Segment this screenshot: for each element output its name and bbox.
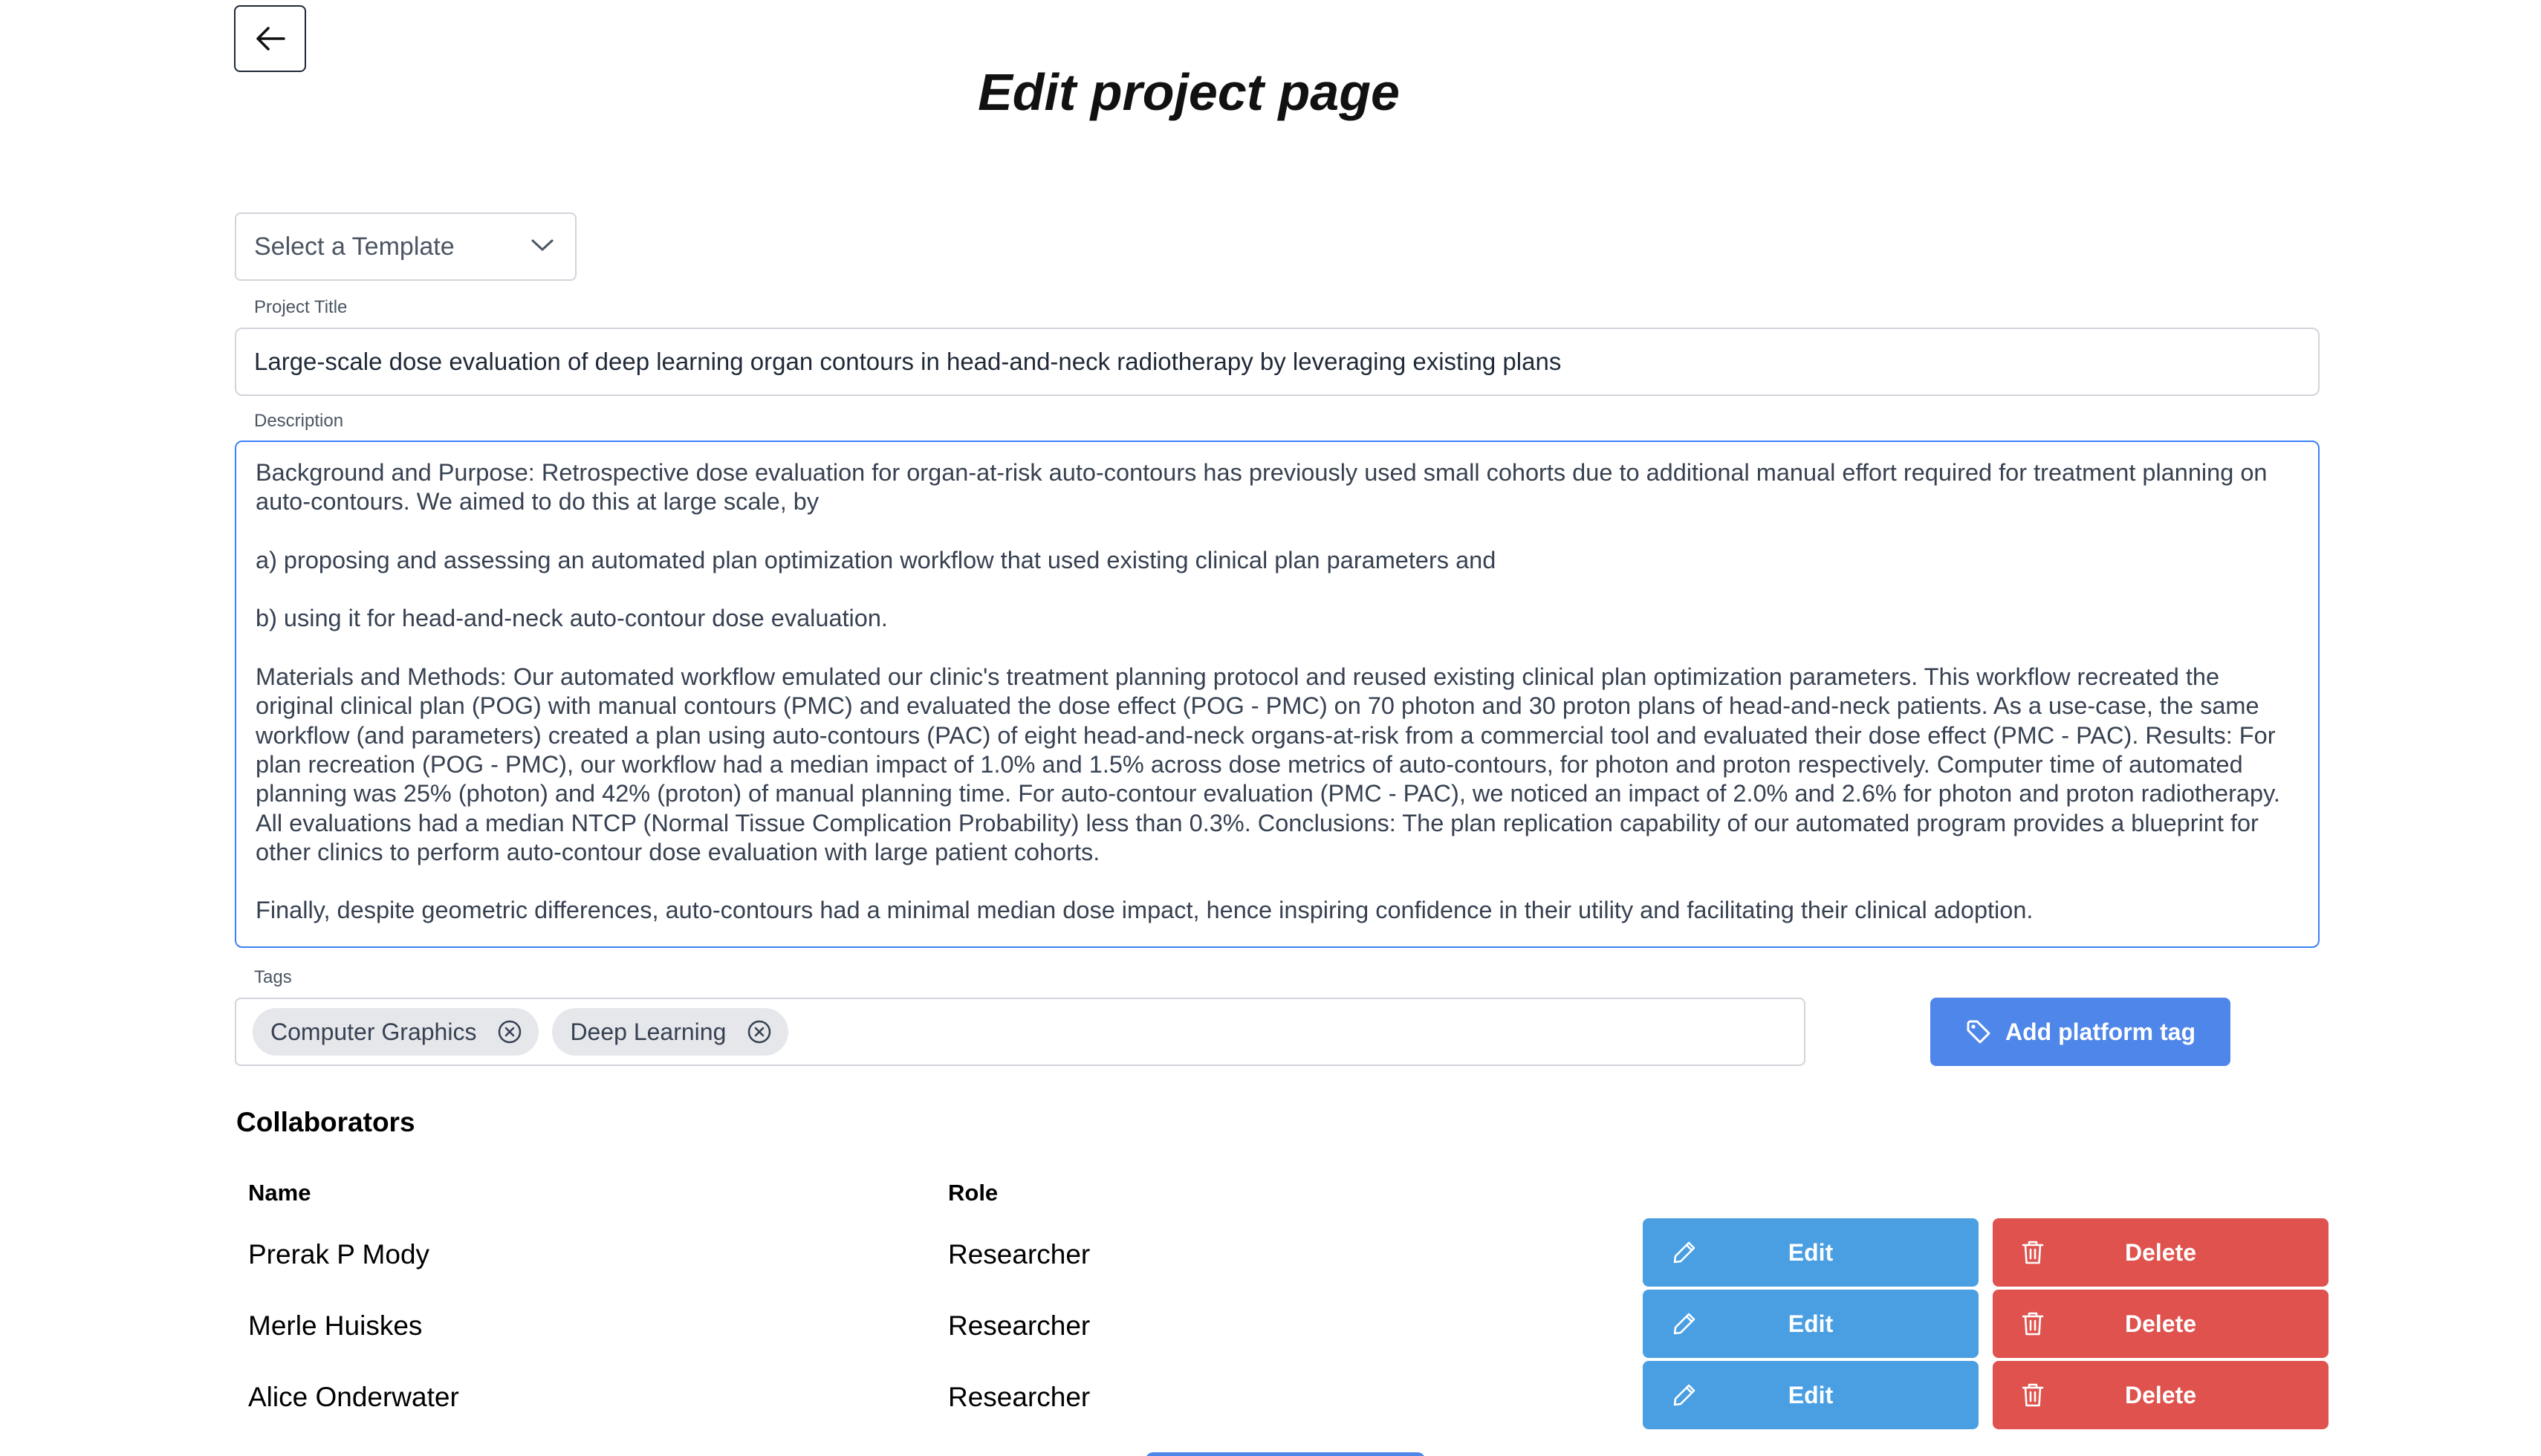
tag-label: Computer Graphics xyxy=(270,1018,477,1045)
column-header-role: Role xyxy=(948,1180,999,1206)
submit-button[interactable] xyxy=(1146,1452,1425,1456)
edit-button[interactable]: Edit xyxy=(1643,1218,1979,1287)
trash-icon xyxy=(2022,1312,2044,1336)
tag-chip: Computer Graphics xyxy=(253,1008,539,1056)
description-label: Description xyxy=(254,411,344,431)
trash-icon xyxy=(2022,1383,2044,1407)
edit-project-page: Edit project page Select a Template Proj… xyxy=(0,0,2541,1456)
collaborator-name: Alice Onderwater xyxy=(248,1382,459,1412)
description-paragraph: Finally, despite geometric differences, … xyxy=(256,897,2034,924)
collaborator-role: Researcher xyxy=(948,1310,1091,1341)
arrow-left-icon xyxy=(256,27,285,51)
circle-x-icon[interactable] xyxy=(747,1019,772,1044)
template-select[interactable]: Select a Template xyxy=(235,212,577,281)
description-paragraph: a) proposing and assessing an automated … xyxy=(256,546,1496,573)
chevron-down-icon xyxy=(531,239,554,251)
description-paragraph: Materials and Methods: Our automated wor… xyxy=(256,663,2280,865)
description-paragraph: b) using it for head-and-neck auto-conto… xyxy=(256,605,888,632)
pencil-icon xyxy=(1673,1313,1695,1335)
tags-input[interactable]: Computer Graphics Deep Learning xyxy=(235,998,1805,1066)
delete-button[interactable]: Delete xyxy=(1993,1218,2329,1287)
edit-label: Edit xyxy=(1788,1238,1834,1266)
collaborator-role: Researcher xyxy=(948,1239,1091,1270)
template-select-value: Select a Template xyxy=(254,232,455,261)
delete-button[interactable]: Delete xyxy=(1993,1290,2329,1358)
pencil-icon xyxy=(1673,1241,1695,1264)
tag-label: Deep Learning xyxy=(570,1018,727,1045)
add-platform-tag-button[interactable]: Add platform tag xyxy=(1930,998,2230,1066)
tag-icon xyxy=(1967,1020,1990,1044)
project-title-label: Project Title xyxy=(254,297,348,317)
delete-label: Delete xyxy=(2124,1310,2197,1337)
edit-button[interactable]: Edit xyxy=(1643,1361,1979,1429)
column-header-name: Name xyxy=(248,1180,311,1206)
delete-label: Delete xyxy=(2124,1381,2197,1408)
project-title-input[interactable]: Large-scale dose evaluation of deep lear… xyxy=(235,328,2320,396)
edit-button[interactable]: Edit xyxy=(1643,1290,1979,1358)
trash-icon xyxy=(2022,1241,2044,1264)
collaborators-heading: Collaborators xyxy=(236,1107,415,1137)
delete-button[interactable]: Delete xyxy=(1993,1361,2329,1429)
add-platform-tag-label: Add platform tag xyxy=(2005,1018,2196,1045)
collaborator-role: Researcher xyxy=(948,1382,1091,1412)
edit-label: Edit xyxy=(1788,1381,1834,1408)
tags-label: Tags xyxy=(254,967,292,987)
description-paragraph: Background and Purpose: Retrospective do… xyxy=(256,459,2268,516)
tag-chip: Deep Learning xyxy=(552,1008,789,1056)
description-textarea[interactable]: Background and Purpose: Retrospective do… xyxy=(235,441,2320,948)
edit-label: Edit xyxy=(1788,1310,1834,1337)
circle-x-icon[interactable] xyxy=(497,1019,522,1044)
pencil-icon xyxy=(1673,1384,1695,1406)
page-title: Edit project page xyxy=(978,63,1400,121)
delete-label: Delete xyxy=(2124,1238,2197,1266)
collaborator-name: Prerak P Mody xyxy=(248,1239,430,1270)
collaborator-name: Merle Huiskes xyxy=(248,1310,423,1341)
